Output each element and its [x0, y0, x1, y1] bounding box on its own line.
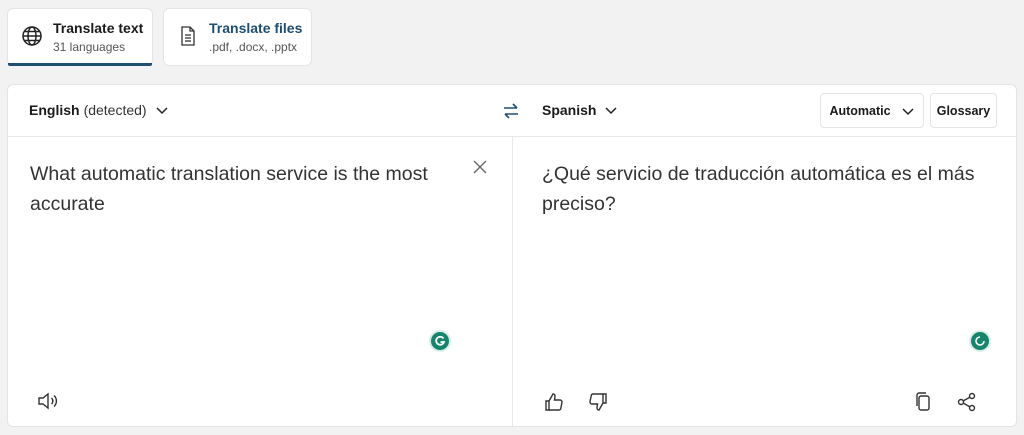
source-text-input[interactable]: What automatic translation service is th… — [30, 159, 460, 219]
glossary-button[interactable]: Glossary — [930, 93, 997, 128]
active-tab-indicator — [8, 63, 152, 66]
language-bar: English (detected) Spanish Automatic Glo… — [8, 85, 1016, 137]
chevron-down-icon — [155, 103, 169, 117]
tone-dropdown[interactable]: Automatic — [820, 93, 924, 128]
source-language-select[interactable]: English (detected) — [29, 102, 169, 118]
tab-label: Translate text — [53, 20, 144, 36]
close-icon[interactable] — [471, 158, 489, 176]
document-icon — [176, 24, 200, 48]
tab-sublabel: .pdf, .docx, .pptx — [209, 40, 298, 54]
tab-translate-files[interactable]: Translate files .pdf, .docx, .pptx — [163, 8, 312, 66]
share-icon[interactable] — [955, 390, 979, 414]
tab-translate-text[interactable]: Translate text 31 languages — [7, 8, 153, 66]
target-language-name: Spanish — [542, 102, 597, 118]
source-language-name: English — [29, 102, 80, 118]
panel-divider — [512, 137, 513, 426]
swap-languages-icon[interactable] — [500, 100, 522, 122]
chevron-down-icon — [901, 104, 915, 118]
grammarly-icon[interactable] — [969, 330, 991, 352]
detected-label: (detected) — [83, 102, 147, 118]
thumbs-up-icon[interactable] — [542, 390, 566, 414]
translated-text: ¿Qué servicio de traducción automática e… — [542, 163, 975, 215]
grammarly-icon[interactable] — [429, 330, 451, 352]
tab-sublabel: 31 languages — [53, 40, 126, 54]
chevron-down-icon — [604, 103, 618, 117]
translation-panel: English (detected) Spanish Automatic Glo… — [7, 84, 1017, 427]
globe-icon — [20, 24, 44, 48]
thumbs-down-icon[interactable] — [586, 390, 610, 414]
tab-label: Translate files — [209, 20, 303, 36]
speaker-icon[interactable] — [36, 389, 60, 413]
target-language-select[interactable]: Spanish — [542, 102, 618, 118]
copy-icon[interactable] — [911, 390, 935, 414]
tone-label: Automatic — [829, 103, 891, 118]
